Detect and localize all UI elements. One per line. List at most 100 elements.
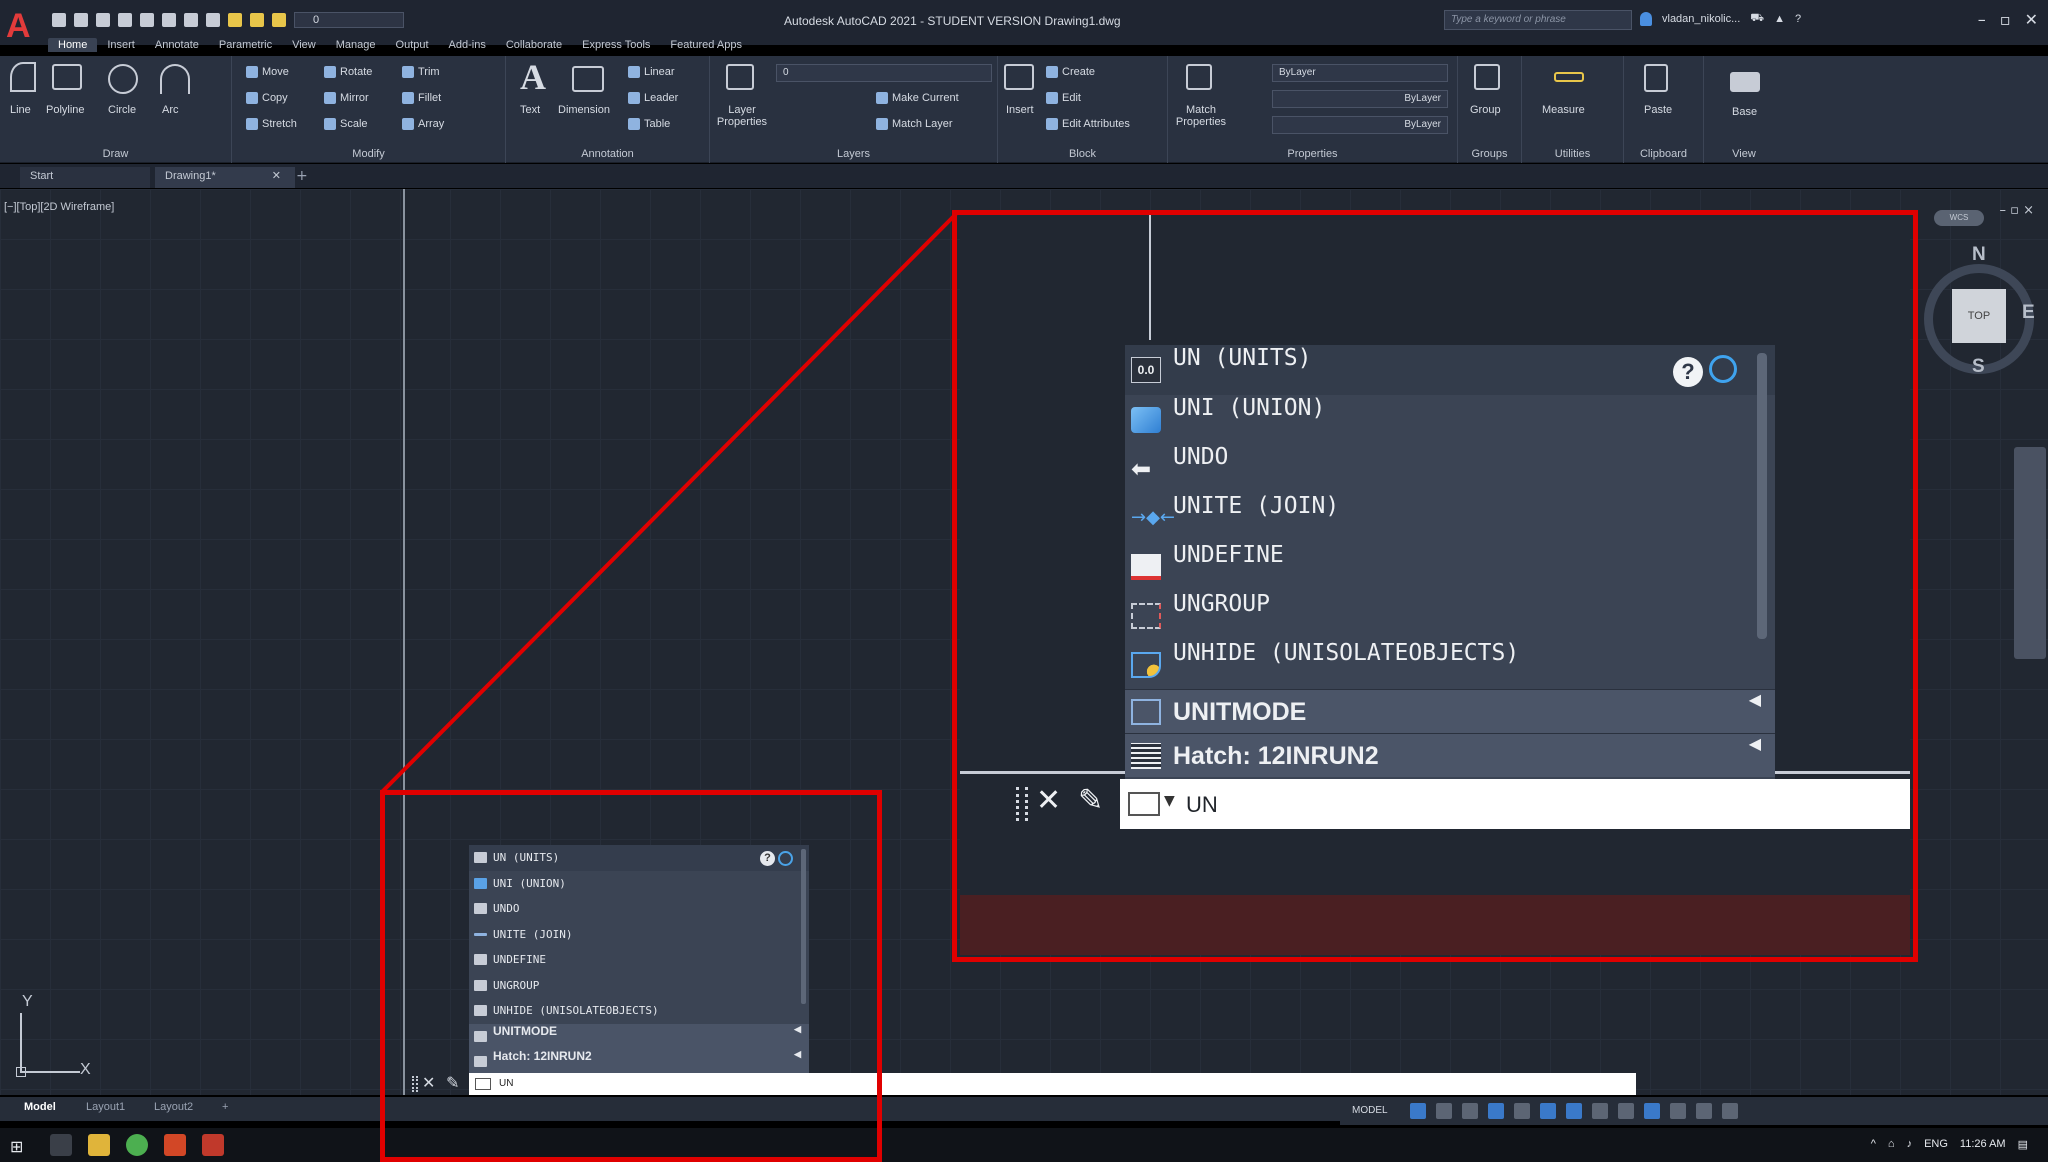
windows-start-icon[interactable]: ⊞: [10, 1137, 23, 1156]
annotation-panel-label[interactable]: Annotation: [506, 148, 709, 160]
units-status-icon[interactable]: [1696, 1103, 1712, 1119]
text-button[interactable]: Text: [520, 104, 540, 116]
linetype-dropdown[interactable]: ByLayer: [1272, 116, 1448, 134]
tray-chevron-icon[interactable]: ^: [1871, 1138, 1876, 1151]
save-as-icon[interactable]: [118, 13, 132, 27]
viewcube[interactable]: TOP N S E: [1920, 244, 2036, 380]
tab-express-tools[interactable]: Express Tools: [572, 38, 660, 52]
block-panel-label[interactable]: Block: [998, 148, 1167, 160]
tab-featured-apps[interactable]: Featured Apps: [660, 38, 752, 52]
qat-layer-dropdown[interactable]: 0: [294, 12, 404, 28]
edit-block-button[interactable]: Edit: [1046, 92, 1081, 105]
transparency-icon[interactable]: [1618, 1103, 1634, 1119]
properties-panel-label[interactable]: Properties: [1168, 148, 1457, 160]
autodesk-app-icon[interactable]: ▲: [1774, 13, 1785, 25]
edit-attributes-button[interactable]: Edit Attributes: [1046, 118, 1130, 131]
redo-qat-icon[interactable]: [184, 13, 198, 27]
table-button[interactable]: Table: [628, 118, 670, 131]
file-explorer-icon[interactable]: [88, 1134, 110, 1156]
tab-collaborate[interactable]: Collaborate: [496, 38, 572, 52]
polar-icon[interactable]: [1488, 1103, 1504, 1119]
autocad-taskbar-icon[interactable]: [202, 1134, 224, 1156]
array-button[interactable]: Array: [402, 118, 444, 131]
line-button[interactable]: Line: [10, 104, 31, 116]
help-menu-icon[interactable]: ?: [1795, 13, 1801, 25]
layer-dropdown[interactable]: 0: [776, 64, 992, 82]
layers-panel-label[interactable]: Layers: [710, 148, 997, 160]
notifications-icon[interactable]: ▤: [2018, 1138, 2028, 1151]
layout2-tab[interactable]: Layout2: [154, 1101, 193, 1113]
utilities-panel-label[interactable]: Utilities: [1522, 148, 1623, 160]
layer-properties-button[interactable]: Layer Properties: [714, 104, 770, 128]
new-tab-button[interactable]: +: [296, 168, 308, 184]
tab-manage[interactable]: Manage: [326, 38, 386, 52]
polyline-button[interactable]: Polyline: [46, 104, 85, 116]
fillet-button[interactable]: Fillet: [402, 92, 441, 105]
base-button[interactable]: Base: [1732, 106, 1757, 118]
open-file-icon[interactable]: [74, 13, 88, 27]
layer-props-qat-icon[interactable]: [206, 13, 220, 27]
color-dropdown[interactable]: ByLayer: [1272, 64, 1448, 82]
match-layer-button[interactable]: Match Layer: [876, 118, 953, 131]
save-icon[interactable]: [96, 13, 110, 27]
customize-icon[interactable]: [1722, 1103, 1738, 1119]
plot-icon[interactable]: [140, 13, 154, 27]
tab-home[interactable]: Home: [48, 38, 98, 52]
viewport-controls-label[interactable]: [−][Top][2D Wireframe]: [4, 201, 114, 213]
create-block-button[interactable]: Create: [1046, 66, 1095, 79]
move-button[interactable]: Move: [246, 66, 289, 79]
restore-icon[interactable]: ▫: [2000, 10, 2011, 29]
powerpoint-icon[interactable]: [164, 1134, 186, 1156]
annotation-scale-icon[interactable]: [1644, 1103, 1660, 1119]
isodraft-icon[interactable]: [1514, 1103, 1530, 1119]
viewport-window-controls[interactable]: – ▫ ×: [2000, 203, 2034, 218]
osnap-icon[interactable]: [1566, 1103, 1582, 1119]
cart-icon[interactable]: ⛟: [1750, 12, 1764, 26]
tab-view[interactable]: View: [282, 38, 326, 52]
network-icon[interactable]: ⌂: [1888, 1138, 1895, 1151]
start-tab[interactable]: Start: [20, 167, 150, 188]
linear-button[interactable]: Linear: [628, 66, 675, 79]
model-space-toggle[interactable]: MODEL: [1352, 1105, 1388, 1116]
leader-button[interactable]: Leader: [628, 92, 678, 105]
rotate-button[interactable]: Rotate: [324, 66, 372, 79]
close-window-icon[interactable]: ✕: [2025, 10, 2038, 29]
help-search-input[interactable]: Type a keyword or phrase: [1444, 10, 1632, 30]
groups-panel-label[interactable]: Groups: [1458, 148, 1521, 160]
compass-east[interactable]: E: [2022, 302, 2035, 324]
tab-annotate[interactable]: Annotate: [145, 38, 209, 52]
close-tab-icon[interactable]: ✕: [272, 169, 281, 182]
workspace-gear-icon[interactable]: [1670, 1103, 1686, 1119]
arc-button[interactable]: Arc: [162, 104, 179, 116]
drawing-tab[interactable]: Drawing1* ✕: [155, 167, 295, 188]
compass-south[interactable]: S: [1972, 356, 1985, 378]
circle-button[interactable]: Circle: [108, 104, 136, 116]
match-properties-button[interactable]: Match Properties: [1172, 104, 1230, 128]
tab-output[interactable]: Output: [386, 38, 439, 52]
add-layout-button[interactable]: +: [222, 1101, 228, 1113]
undo-qat-icon[interactable]: [162, 13, 176, 27]
volume-icon[interactable]: ♪: [1907, 1138, 1913, 1151]
snap-icon[interactable]: [1436, 1103, 1452, 1119]
osnap-tracking-icon[interactable]: [1540, 1103, 1556, 1119]
chrome-icon[interactable]: [126, 1134, 148, 1156]
scale-button[interactable]: Scale: [324, 118, 368, 131]
navigation-bar[interactable]: [2014, 447, 2046, 659]
tab-add-ins[interactable]: Add-ins: [439, 38, 496, 52]
viewcube-top-face[interactable]: TOP: [1952, 289, 2006, 343]
lineweight-icon[interactable]: [1592, 1103, 1608, 1119]
paste-button[interactable]: Paste: [1644, 104, 1672, 116]
clock[interactable]: 11:26 AM: [1960, 1138, 2006, 1151]
stretch-button[interactable]: Stretch: [246, 118, 297, 131]
wcs-menu[interactable]: WCS: [1934, 210, 1984, 226]
model-tab[interactable]: Model: [24, 1101, 56, 1113]
minimize-icon[interactable]: –: [1978, 10, 1986, 29]
mirror-button[interactable]: Mirror: [324, 92, 369, 105]
view-panel-label[interactable]: View: [1704, 148, 1784, 160]
measure-button[interactable]: Measure: [1542, 104, 1585, 116]
autocad-logo-icon[interactable]: A: [6, 8, 38, 44]
draw-panel-label[interactable]: Draw: [0, 148, 231, 160]
trim-button[interactable]: Trim: [402, 66, 440, 79]
tab-insert[interactable]: Insert: [97, 38, 145, 52]
new-file-icon[interactable]: [52, 13, 66, 27]
